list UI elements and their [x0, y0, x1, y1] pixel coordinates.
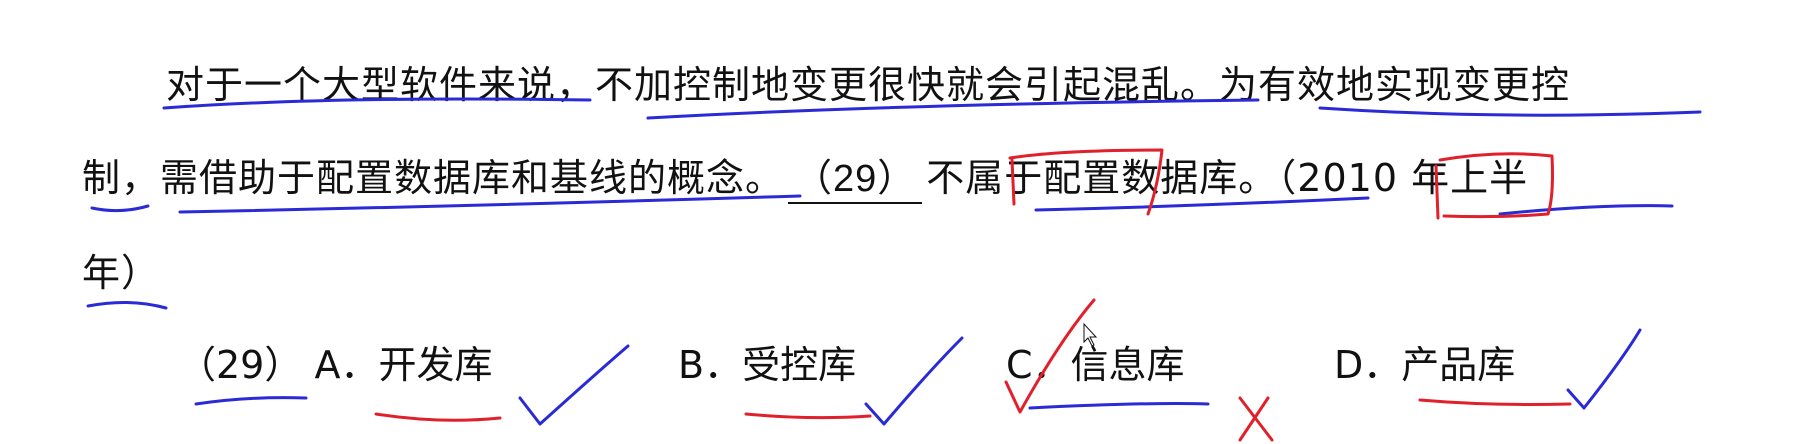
- red-underline-mark: [374, 412, 502, 422]
- question-line-3: 年）: [82, 251, 161, 295]
- check-mark: [864, 336, 964, 426]
- option-number-label: （29）: [178, 343, 303, 387]
- underline-mark: [86, 300, 168, 310]
- check-mark: [1566, 328, 1642, 410]
- option-a-text: A．开发库: [314, 343, 493, 387]
- answer-blank: （29）: [788, 156, 923, 204]
- underline-mark: [1498, 204, 1674, 216]
- question-line-2-end: 不属于配置数据库。（2010 年上半: [926, 156, 1529, 200]
- red-x-mark: [1238, 396, 1274, 442]
- underline-mark: [1318, 106, 1702, 117]
- red-underline-mark: [1418, 398, 1572, 406]
- question-line-1: 对于一个大型软件来说，不加控制地变更很快就会引起混乱。为有效地实现变更控: [166, 63, 1571, 107]
- question-line-2-start: 制，需借助于配置数据库和基线的概念。: [82, 156, 785, 200]
- check-mark: [518, 344, 630, 426]
- underline-mark: [1028, 402, 1210, 410]
- question-line-2: 制，需借助于配置数据库和基线的概念。 （29） 不属于配置数据库。（2010 年上半: [82, 155, 1528, 204]
- option-a: （29） A．开发库: [178, 342, 492, 388]
- option-d: D．产品库: [1334, 343, 1516, 387]
- underline-mark: [194, 396, 308, 406]
- option-b: B．受控库: [678, 343, 857, 387]
- red-underline-mark: [744, 412, 872, 420]
- option-c: C．信息库: [1006, 343, 1185, 387]
- underline-mark: [90, 204, 150, 213]
